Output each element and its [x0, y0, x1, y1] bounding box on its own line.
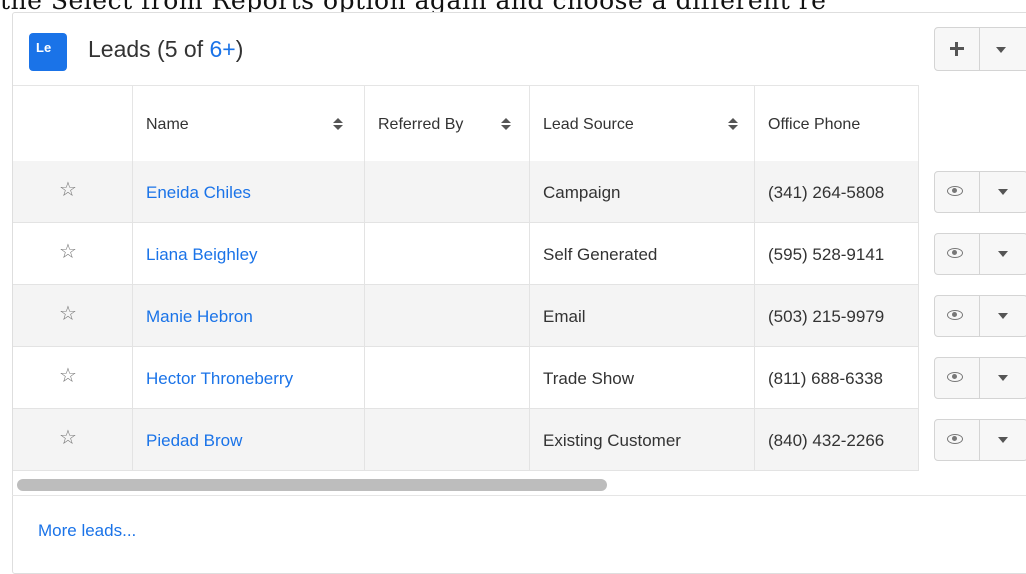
- caret-down-icon[interactable]: [998, 375, 1008, 381]
- star-outline-icon[interactable]: ☆: [59, 363, 77, 388]
- total-count-link[interactable]: 6+: [209, 36, 235, 62]
- eye-icon[interactable]: [947, 248, 963, 258]
- table-row: ☆ Eneida Chiles Campaign (341) 264-5808: [13, 161, 919, 223]
- referred-by-cell: [365, 347, 530, 409]
- lead-source-value: Campaign: [543, 183, 621, 202]
- table-row: ☆ Liana Beighley Self Generated (595) 52…: [13, 223, 919, 285]
- preview-button-group: [934, 357, 1026, 399]
- lead-source-cell: Existing Customer: [530, 409, 755, 471]
- horizontal-scrollbar[interactable]: [17, 479, 607, 491]
- preview-button-group: [934, 295, 1026, 337]
- header-label: Referred By: [378, 116, 464, 133]
- preview-button-group: [934, 233, 1026, 275]
- office-phone-value: (341) 264-5808: [768, 183, 885, 202]
- title-suffix: ): [235, 36, 244, 62]
- row-actions: [934, 285, 1026, 347]
- office-phone-cell: (503) 215-9979: [755, 285, 919, 347]
- lead-name-link[interactable]: Liana Beighley: [146, 245, 258, 265]
- caret-down-icon[interactable]: [998, 437, 1008, 443]
- eye-icon[interactable]: [947, 186, 963, 196]
- eye-icon[interactable]: [947, 372, 963, 382]
- dashlet-title: Leads (5 of 6+): [88, 36, 243, 63]
- lead-name-link[interactable]: Piedad Brow: [146, 431, 242, 451]
- header-office-phone[interactable]: Office Phone: [755, 86, 919, 162]
- add-lead-button[interactable]: [935, 28, 980, 70]
- sort-icon[interactable]: [333, 118, 343, 132]
- header-referred-by[interactable]: Referred By: [365, 86, 530, 162]
- office-phone-value: (811) 688-6338: [768, 369, 883, 388]
- lead-source-value: Existing Customer: [543, 431, 681, 450]
- row-actions: [934, 223, 1026, 285]
- eye-icon[interactable]: [947, 310, 963, 320]
- lead-source-cell: Email: [530, 285, 755, 347]
- referred-by-cell: [365, 223, 530, 285]
- header-label: Lead Source: [543, 116, 634, 133]
- favorite-cell: ☆: [13, 347, 133, 409]
- name-cell: Hector Throneberry: [133, 347, 365, 409]
- office-phone-cell: (811) 688-6338: [755, 347, 919, 409]
- name-cell: Liana Beighley: [133, 223, 365, 285]
- star-outline-icon[interactable]: ☆: [59, 301, 77, 326]
- table-row: ☆ Manie Hebron Email (503) 215-9979: [13, 285, 919, 347]
- office-phone-value: (503) 215-9979: [768, 307, 885, 326]
- name-cell: Eneida Chiles: [133, 161, 365, 223]
- dashlet-options-button[interactable]: [979, 28, 1026, 70]
- lead-source-value: Trade Show: [543, 369, 635, 388]
- lead-source-cell: Campaign: [530, 161, 755, 223]
- referred-by-cell: [365, 409, 530, 471]
- title-prefix: Leads (5 of: [88, 36, 210, 62]
- header-lead-source[interactable]: Lead Source: [530, 86, 755, 162]
- header-favorite-column: [13, 86, 133, 162]
- lead-source-value: Email: [543, 307, 586, 326]
- lead-source-value: Self Generated: [543, 245, 658, 264]
- name-cell: Manie Hebron: [133, 285, 365, 347]
- row-actions: [934, 409, 1026, 471]
- favorite-cell: ☆: [13, 161, 133, 223]
- sort-icon[interactable]: [501, 118, 511, 132]
- dashlet-header: Le Leads (5 of 6+): [13, 13, 1026, 85]
- office-phone-cell: (840) 432-2266: [755, 409, 919, 471]
- caret-down-icon[interactable]: [998, 251, 1008, 257]
- eye-icon[interactable]: [947, 434, 963, 444]
- table-row: ☆ Hector Throneberry Trade Show (811) 68…: [13, 347, 919, 409]
- lead-name-link[interactable]: Hector Throneberry: [146, 369, 293, 389]
- favorite-cell: ☆: [13, 285, 133, 347]
- header-label: Office Phone: [768, 116, 861, 133]
- referred-by-cell: [365, 161, 530, 223]
- preview-button-group: [934, 171, 1026, 213]
- office-phone-cell: (341) 264-5808: [755, 161, 919, 223]
- star-outline-icon[interactable]: ☆: [59, 425, 77, 450]
- dashlet-action-group: [934, 27, 1026, 71]
- header-label: Name: [146, 116, 189, 133]
- caret-down-icon: [996, 47, 1006, 53]
- more-leads-link[interactable]: More leads...: [38, 521, 136, 541]
- star-outline-icon[interactable]: ☆: [59, 177, 77, 202]
- star-outline-icon[interactable]: ☆: [59, 239, 77, 264]
- lead-source-cell: Trade Show: [530, 347, 755, 409]
- lead-name-link[interactable]: Eneida Chiles: [146, 183, 251, 203]
- header-name[interactable]: Name: [133, 86, 365, 162]
- table-header-row: Name Referred By Lead Source Office Phon…: [13, 85, 919, 163]
- office-phone-value: (840) 432-2266: [768, 431, 885, 450]
- lead-name-link[interactable]: Manie Hebron: [146, 307, 253, 327]
- name-cell: Piedad Brow: [133, 409, 365, 471]
- office-phone-cell: (595) 528-9141: [755, 223, 919, 285]
- lead-source-cell: Self Generated: [530, 223, 755, 285]
- module-badge: Le: [29, 33, 67, 71]
- table-row: ☆ Piedad Brow Existing Customer (840) 43…: [13, 409, 919, 471]
- sort-icon[interactable]: [728, 118, 738, 132]
- row-actions: [934, 347, 1026, 409]
- preview-button-group: [934, 419, 1026, 461]
- row-actions: [934, 161, 1026, 223]
- caret-down-icon[interactable]: [998, 313, 1008, 319]
- footer-divider: [12, 495, 1026, 496]
- caret-down-icon[interactable]: [998, 189, 1008, 195]
- office-phone-value: (595) 528-9141: [768, 245, 885, 264]
- referred-by-cell: [365, 285, 530, 347]
- favorite-cell: ☆: [13, 409, 133, 471]
- favorite-cell: ☆: [13, 223, 133, 285]
